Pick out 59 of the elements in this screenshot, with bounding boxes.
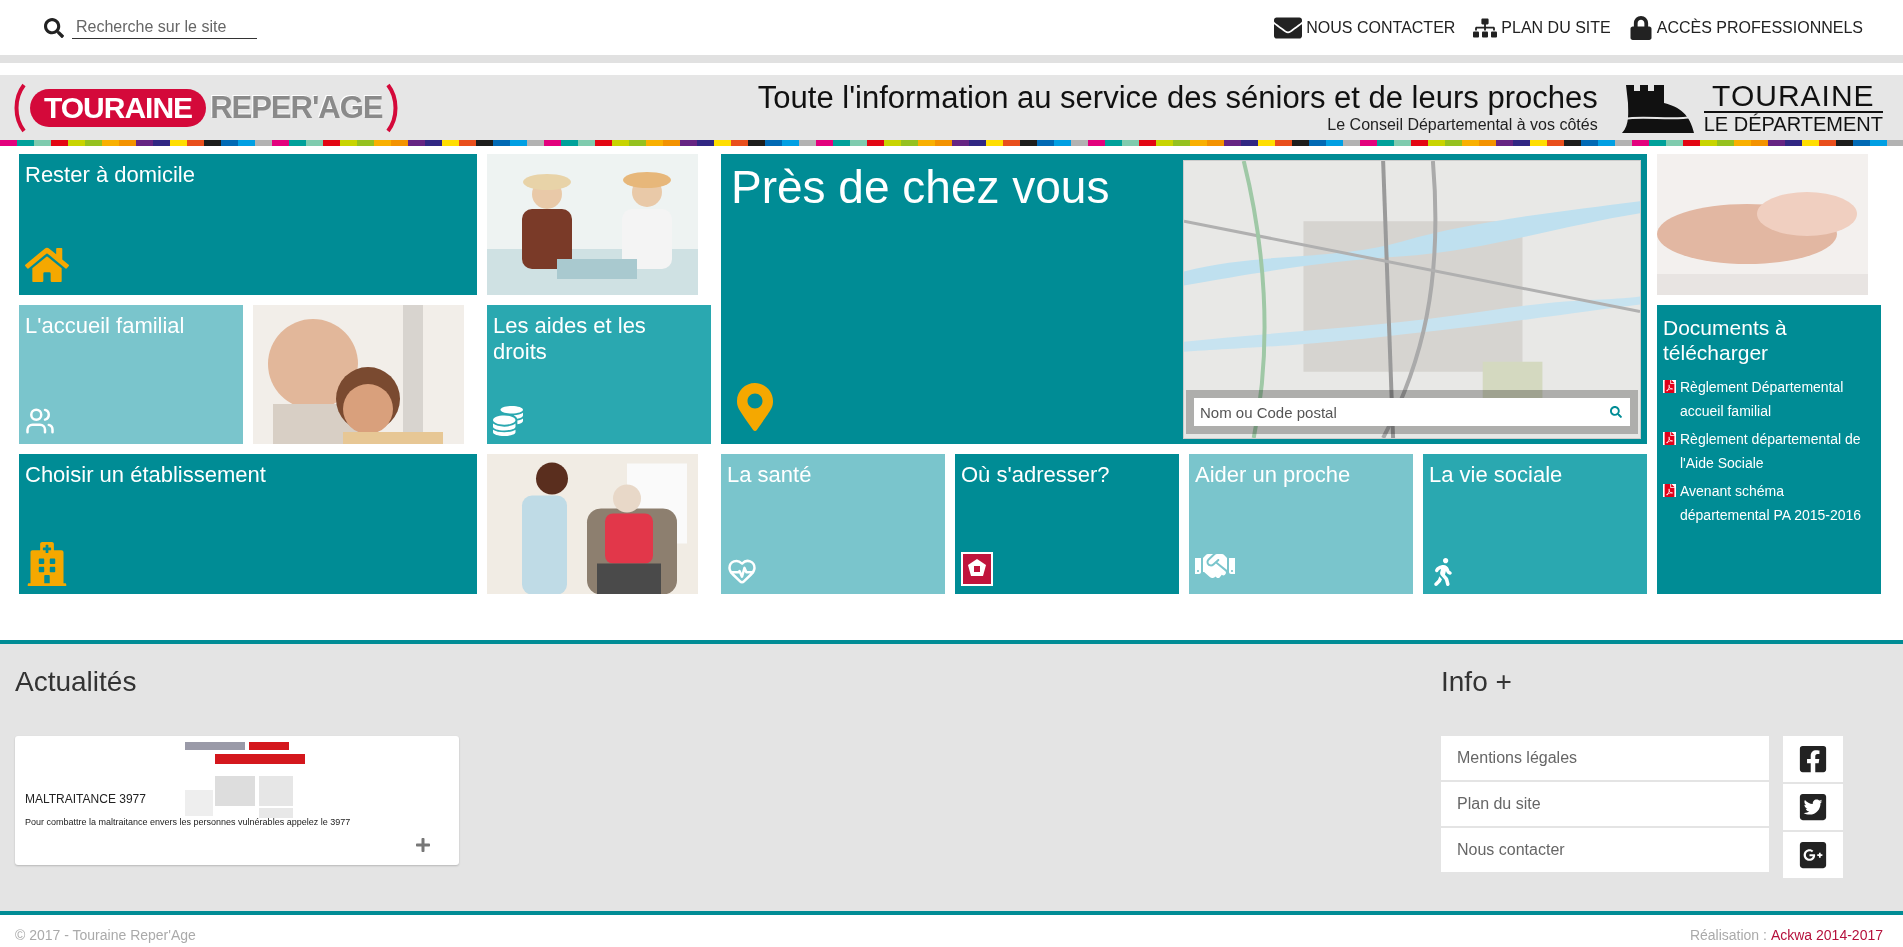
category-tile[interactable]: Les aides et les droits (487, 305, 711, 444)
news-title: MALTRAITANCE 3977 (25, 792, 147, 806)
hospital-icon (25, 542, 69, 586)
search-icon[interactable] (44, 17, 64, 38)
top-link[interactable]: PLAN DU SITE (1473, 15, 1611, 40)
logo-text: TOURAINE (30, 88, 207, 127)
postal-search-field[interactable]: Nom ou Code postal (1194, 398, 1630, 426)
google-plus-icon (1798, 840, 1828, 870)
tile-title: Près de chez vous (731, 160, 1111, 214)
category-tile[interactable]: La vie sociale (1423, 454, 1647, 594)
twitter-icon (1798, 792, 1828, 822)
more-button[interactable] (415, 837, 431, 853)
department-label: LE DÉPARTEMENT (1703, 111, 1883, 134)
plus-icon (415, 837, 431, 853)
pdf-icon (1663, 380, 1676, 394)
tile-title: La santé (727, 462, 813, 489)
parenthesis-icon (386, 82, 399, 133)
family-icon (25, 406, 55, 436)
info-link[interactable]: Nous contacter (1441, 828, 1769, 872)
section-heading: Info + (1441, 666, 1513, 698)
tile-title: Les aides et les droits (493, 313, 647, 366)
info-link[interactable]: Mentions légales (1441, 736, 1769, 780)
credit-label: Réalisation : (1689, 927, 1767, 943)
section-heading: Actualités (15, 666, 138, 698)
twitter-button[interactable] (1783, 784, 1843, 830)
google-plus-button[interactable] (1783, 832, 1843, 878)
pdf-icon (1663, 432, 1676, 446)
top-link[interactable]: NOUS CONTACTER (1274, 13, 1456, 42)
sitemap-icon (1473, 15, 1498, 40)
parenthesis-icon (14, 82, 26, 133)
emblem-icon (961, 552, 993, 586)
lock-icon (1628, 15, 1653, 40)
info-link[interactable]: Plan du site (1441, 782, 1769, 826)
credit-link[interactable]: Ackwa 2014-2017 (1770, 927, 1883, 943)
document-link[interactable]: Règlement départemental de l'Aide Sociale (1680, 427, 1875, 476)
tile-title: Aider un proche (1195, 462, 1352, 489)
tile-title: Où s'adresser? (961, 462, 1111, 489)
coins-icon (493, 406, 523, 436)
category-tile[interactable]: Choisir un établissement (19, 454, 477, 594)
news-card[interactable]: MALTRAITANCE 3977 Pour combattre la maltraitance envers les personnes vulnérables appelez le 3977 (15, 736, 459, 865)
copyright: © 2017 - Touraine Reper'Age (15, 927, 196, 943)
document-link[interactable]: Règlement Départemental accueil familial (1680, 375, 1875, 424)
tagline: Toute l'information au service des séniors et de leurs proches (757, 81, 1598, 116)
facebook-button[interactable] (1783, 736, 1843, 782)
category-tile[interactable]: Rester à domicile (19, 154, 477, 295)
facebook-icon (1798, 744, 1828, 774)
top-link[interactable]: ACCÈS PROFESSIONNELS (1628, 15, 1863, 40)
subtitle: Le Conseil Départemental à vos côtés (1327, 115, 1598, 134)
category-tile[interactable]: Où s'adresser? (955, 454, 1179, 594)
tile-title: L'accueil familial (25, 313, 186, 340)
pdf-icon (1663, 484, 1676, 498)
department-name: TOURAINE (1712, 81, 1875, 111)
tile-title: Choisir un établissement (25, 462, 267, 489)
logo-text: REPER'AGE (210, 89, 383, 126)
document-link[interactable]: Avenant schéma départemental PA 2015-2016 (1680, 479, 1875, 528)
news-text: Pour combattre la maltraitance envers les personnes vulnérables appelez le 3977 (25, 817, 352, 827)
tile-title: Rester à domicile (25, 162, 196, 189)
tile-title: La vie sociale (1429, 462, 1564, 489)
tile-title: Documents à télécharger (1663, 315, 1788, 366)
